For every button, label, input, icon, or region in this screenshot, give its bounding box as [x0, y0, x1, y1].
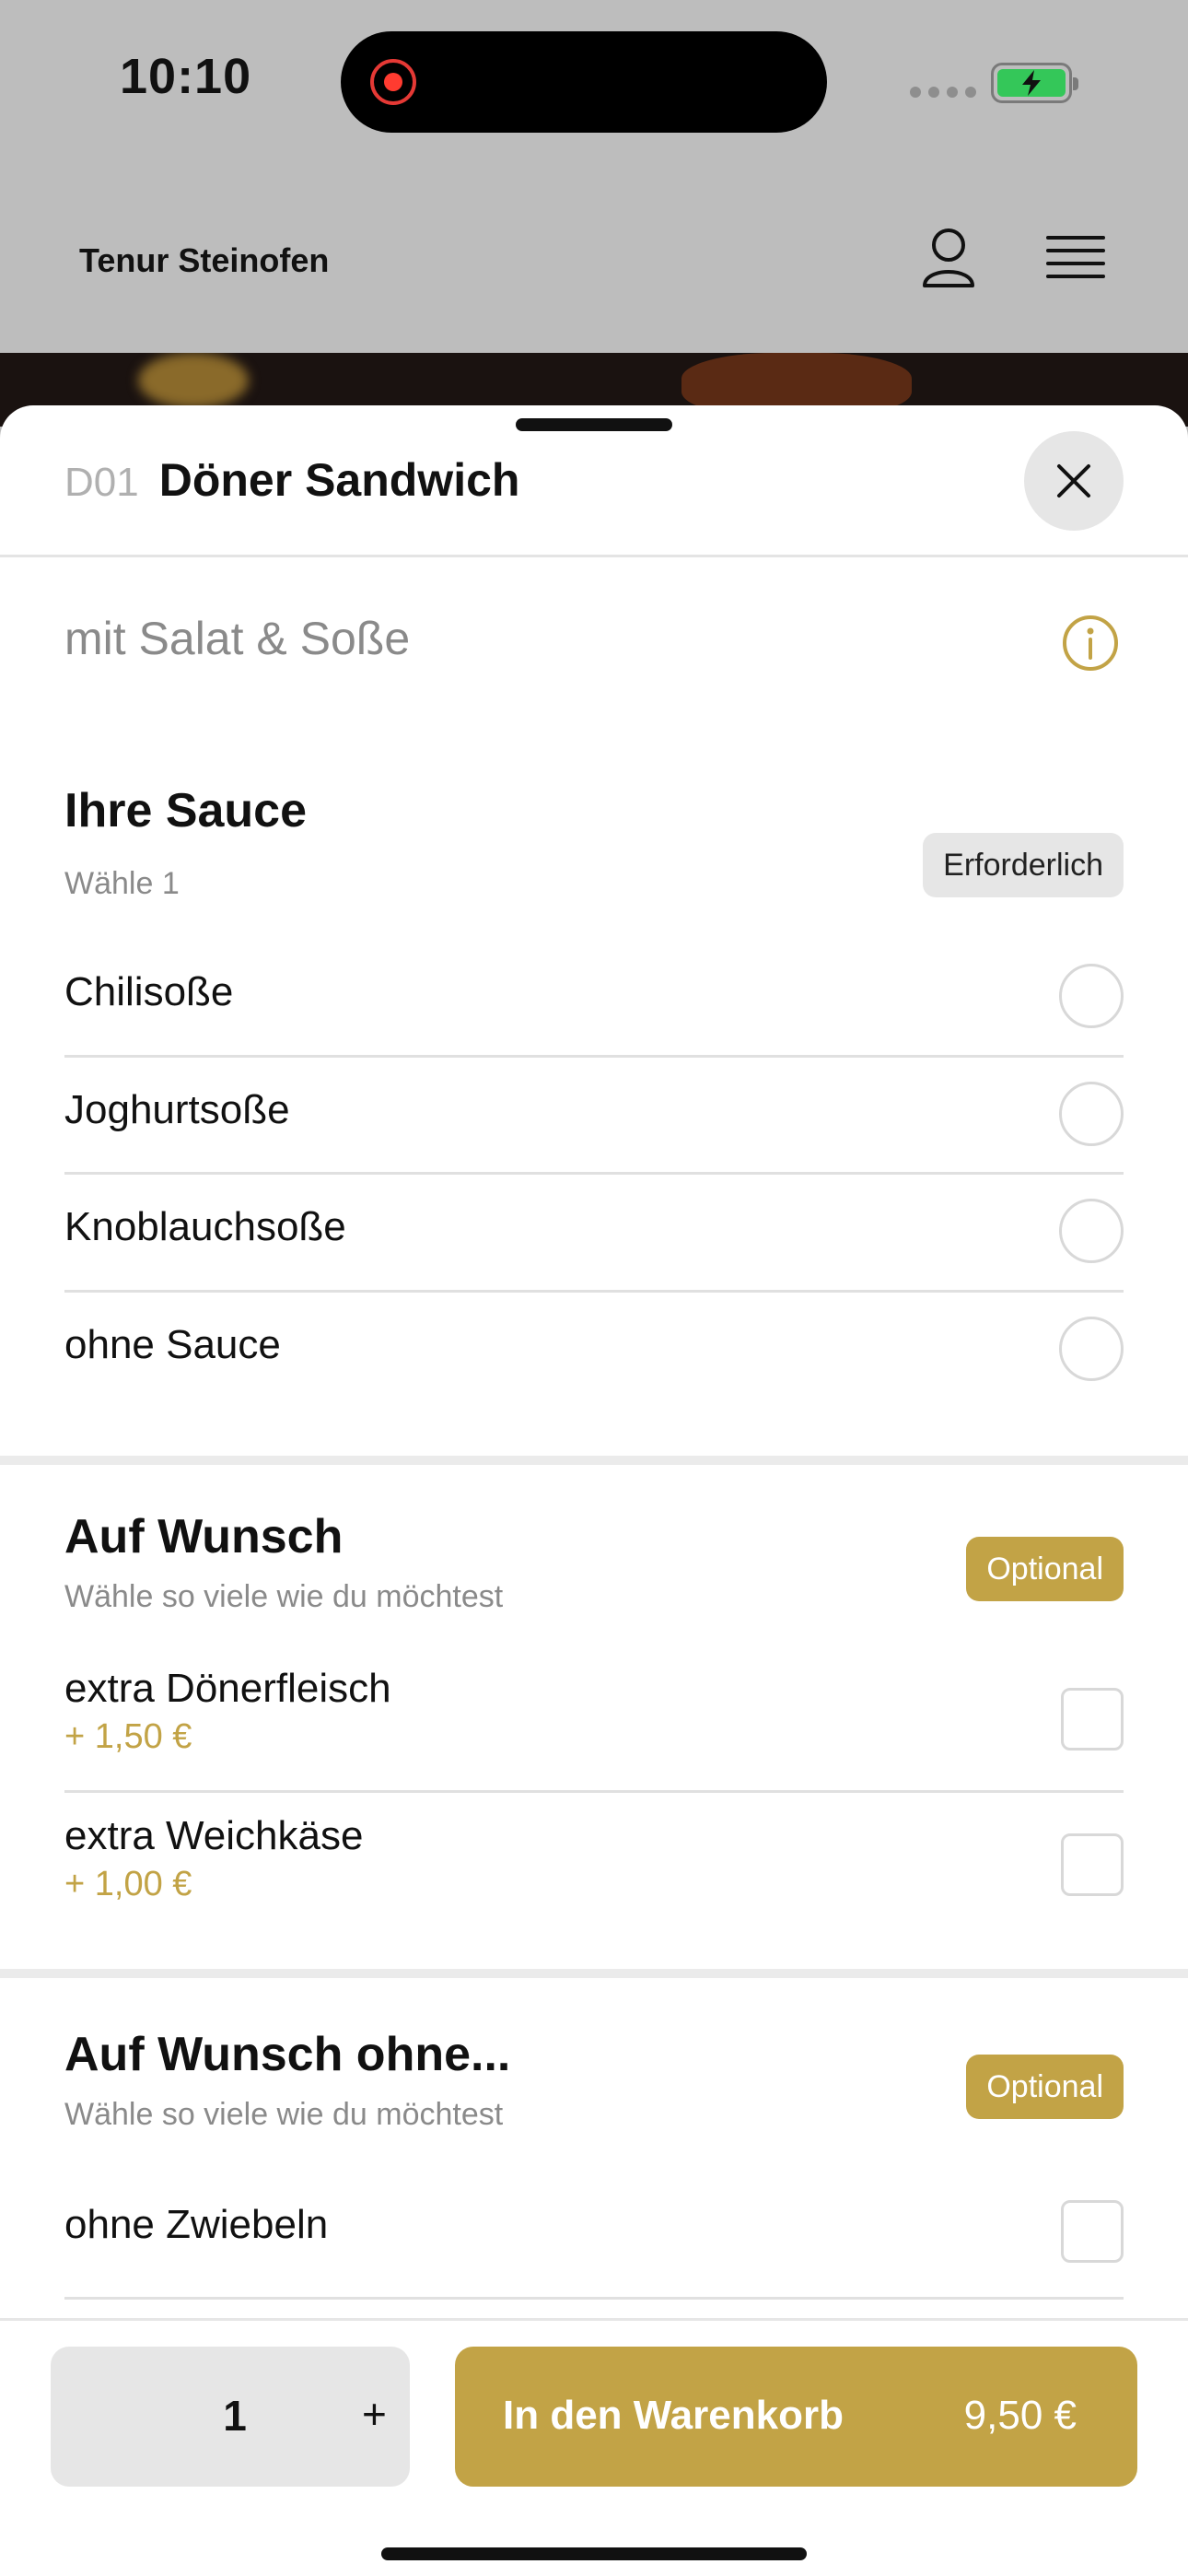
option-label: Chilisoße [64, 969, 234, 1014]
option-row-knoblauchsosse[interactable]: Knoblauchsoße [64, 1175, 1124, 1293]
checkbox[interactable] [1061, 1833, 1124, 1896]
recording-icon [370, 59, 416, 105]
home-indicator[interactable] [381, 2547, 807, 2560]
option-label: ohne Sauce [64, 1322, 281, 1367]
section-subtitle: Wähle so viele wie du möchtest [64, 1579, 504, 1614]
option-row-ohne-zwiebeln[interactable]: ohne Zwiebeln [64, 2167, 1124, 2300]
option-row-joghurtsosse[interactable]: Joghurtsoße [64, 1058, 1124, 1175]
product-code: D01 [64, 460, 139, 505]
dynamic-island [341, 31, 827, 133]
cellular-signal-icon [910, 87, 976, 98]
screen: 10:10 Tenur Steinofen D01 Döner Sandwich [0, 0, 1188, 2576]
total-price: 9,50 € [963, 2393, 1077, 2438]
product-description: mit Salat & Soße [64, 613, 411, 664]
section-subtitle: Wähle 1 [64, 866, 180, 901]
option-row-extra-doenerfleisch[interactable]: extra Dönerfleisch + 1,50 € [64, 1647, 1124, 1793]
section-separator [0, 1969, 1188, 1978]
optional-badge: Optional [966, 2055, 1124, 2119]
close-icon [1057, 464, 1090, 498]
option-label: Knoblauchsoße [64, 1204, 346, 1249]
section-separator [0, 1456, 1188, 1465]
divider [0, 555, 1188, 557]
user-icon[interactable] [912, 221, 985, 295]
checkbox[interactable] [1061, 1688, 1124, 1751]
option-row-chilisosse[interactable]: Chilisoße [64, 940, 1124, 1058]
option-label: extra Dönerfleisch [64, 1666, 391, 1711]
option-label: ohne Zwiebeln [64, 2202, 329, 2247]
section-subtitle: Wähle so viele wie du möchtest [64, 2097, 504, 2132]
option-price: + 1,00 € [64, 1865, 192, 1903]
option-row-ohne-sauce[interactable]: ohne Sauce [64, 1293, 1124, 1411]
radio-button[interactable] [1059, 1317, 1124, 1381]
optional-badge: Optional [966, 1537, 1124, 1601]
bottom-action-bar: 1 + In den Warenkorb 9,50 € [0, 2318, 1188, 2576]
product-sheet: D01 Döner Sandwich mit Salat & Soße Ihre… [0, 405, 1188, 2576]
section-title: Ihre Sauce [64, 784, 308, 837]
quantity-stepper[interactable]: 1 + [51, 2347, 410, 2487]
quantity-value: 1 [223, 2392, 247, 2440]
menu-icon[interactable] [1039, 221, 1112, 295]
sheet-grabber[interactable] [516, 418, 672, 431]
status-time: 10:10 [120, 49, 252, 104]
add-to-cart-button[interactable]: In den Warenkorb 9,50 € [455, 2347, 1137, 2487]
required-badge: Erforderlich [923, 833, 1124, 897]
option-row-extra-weichkaese[interactable]: extra Weichkäse + 1,00 € [64, 1793, 1124, 1937]
product-title-row: D01 Döner Sandwich [64, 453, 519, 507]
add-to-cart-label: In den Warenkorb [503, 2393, 844, 2438]
battery-icon [991, 63, 1078, 103]
charging-bolt-icon [1022, 70, 1041, 96]
checkbox[interactable] [1061, 2200, 1124, 2263]
option-label: Joghurtsoße [64, 1087, 290, 1132]
radio-button[interactable] [1059, 964, 1124, 1028]
restaurant-name: Tenur Steinofen [79, 241, 330, 279]
option-price: + 1,50 € [64, 1717, 192, 1756]
increment-button[interactable]: + [362, 2389, 387, 2439]
section-title: Auf Wunsch [64, 1510, 344, 1563]
radio-button[interactable] [1059, 1199, 1124, 1263]
section-title: Auf Wunsch ohne... [64, 2028, 511, 2081]
close-button[interactable] [1024, 431, 1124, 531]
radio-button[interactable] [1059, 1082, 1124, 1146]
info-icon[interactable] [1061, 614, 1120, 673]
product-name: Döner Sandwich [158, 454, 520, 506]
option-label: extra Weichkäse [64, 1813, 364, 1858]
